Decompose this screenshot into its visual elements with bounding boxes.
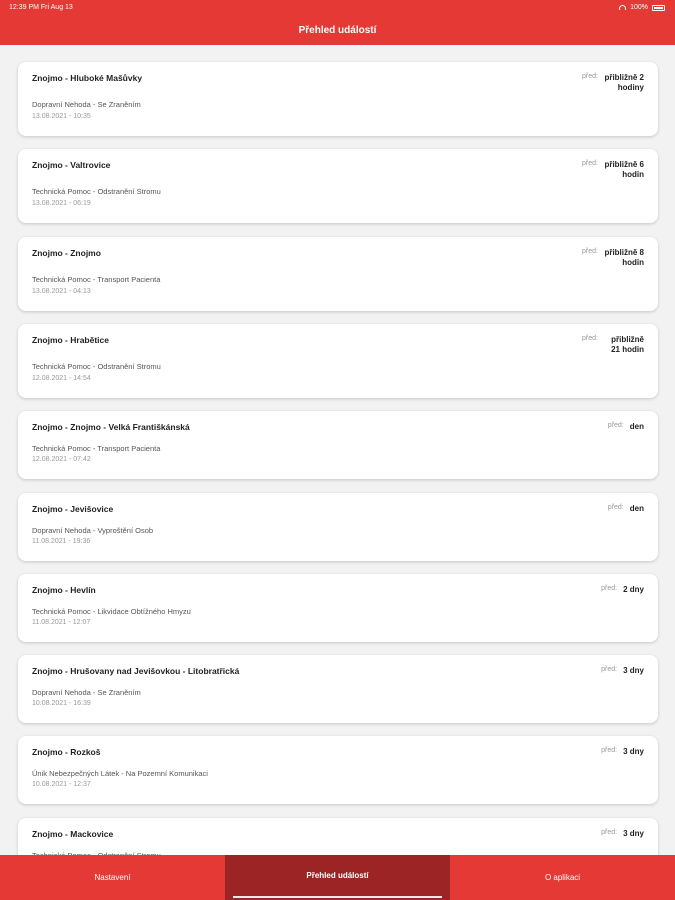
event-place: Znojmo - Rozkoš [32,747,101,757]
event-card[interactable]: Znojmo - Hevlín před: 2 dny Technická Pomoc… [18,574,658,642]
battery-percent: 100% [630,4,648,11]
event-datetime: 11.08.2021 - 12:07 [32,619,91,626]
event-type: Technická Pomoc - Transport Pacienta [32,275,161,284]
event-card[interactable]: Znojmo - Jevišovice před: den Dopravní Neho… [18,493,658,561]
status-bar: 12:39 PM Fri Aug 13 100% [0,0,675,16]
event-type: Dopravní Nehoda - Vyproštění Osob [32,526,154,535]
status-right: 100% [619,4,665,11]
time-ago-value: den [629,422,644,431]
time-ago-value: přibližně 6 hodin [604,160,644,179]
time-ago-prefix: před: [601,666,618,673]
event-type: Dopravní Nehoda - Se Zraněním [32,100,141,109]
time-ago-value: 2 dny [623,585,644,594]
event-card[interactable]: Znojmo - Hrušovany nad Jevišovkou - Lito… [18,655,658,723]
event-place: Znojmo - Znojmo - Velká Františkánská [32,422,190,432]
event-card[interactable]: Znojmo - Rozkoš před: 3 dny Únik Nebezpečný… [18,736,658,804]
tab-about[interactable]: O aplikaci [450,855,675,900]
event-time-ago: před: den [608,504,644,514]
event-datetime: 10.08.2021 - 12:37 [32,781,91,788]
event-place: Znojmo - Hevlín [32,585,96,595]
event-time-ago: před: přibližně 2 hodiny [582,73,644,93]
time-ago-prefix: před: [601,585,618,592]
time-ago-prefix: před: [607,504,624,511]
time-ago-prefix: před: [607,422,624,429]
time-ago-prefix: před: [582,160,598,167]
event-time-ago: před: 3 dny [601,747,644,757]
event-datetime: 13.08.2021 - 06:19 [32,200,91,207]
time-ago-value: den [629,504,644,513]
status-time-date: 12:39 PM Fri Aug 13 [9,4,73,11]
time-ago-value: přibližně 21 hodin [611,335,644,354]
event-datetime: 11.08.2021 - 19:36 [32,538,91,545]
event-time-ago: před: přibližně 8 hodin [582,248,644,268]
time-ago-prefix: před: [601,829,618,836]
event-time-ago: před: přibližně 21 hodin [582,335,644,355]
tab-bar: Nastavení Přehled událostí O aplikaci [0,855,675,900]
time-ago-value: 3 dny [623,666,644,675]
event-type: Technická Pomoc - Transport Pacienta [32,444,161,453]
event-type: Technická Pomoc - Odstranění Stromu [32,362,161,371]
event-datetime: 12.08.2021 - 14:54 [32,375,91,382]
event-place: Znojmo - Hrušovany nad Jevišovkou - Lito… [32,666,240,676]
event-card[interactable]: Znojmo - Mackovicepřed:3 dnyTechnická Po… [18,818,658,855]
event-place: Znojmo - Mackovice [32,829,114,839]
wifi-icon [619,5,627,10]
time-ago-prefix: před: [582,73,598,80]
event-datetime: 13.08.2021 - 10:35 [32,113,91,120]
event-card[interactable]: Znojmo - Hrabětice před: přibližně 21 hodi… [18,324,658,398]
event-place: Znojmo - Valtrovice [32,160,111,170]
event-card[interactable]: Znojmo - Hluboké Mašůvky před: přibližně 2… [18,62,658,136]
event-type: Technická Pomoc - Likvidace Obtížného Hm… [32,607,191,616]
time-ago-prefix: před: [601,747,618,754]
tab-settings[interactable]: Nastavení [0,855,225,900]
event-place: Znojmo - Hluboké Mašůvky [32,73,143,83]
time-ago-value: 3 dny [623,829,644,838]
event-time-ago: před: 3 dny [601,829,644,839]
event-card[interactable]: Znojmo - Valtrovice před: přibližně 6 hodi… [18,149,658,223]
event-place: Znojmo - Znojmo [32,248,101,258]
time-ago-value: přibližně 8 hodin [604,248,644,267]
event-place: Znojmo - Jevišovice [32,504,114,514]
event-type: Technická Pomoc - Odstranění Stromu [32,187,161,196]
page-title: Přehled událostí [0,16,675,45]
time-ago-prefix: před: [582,248,598,255]
event-datetime: 13.08.2021 - 04:13 [32,288,91,295]
event-place: Znojmo - Hrabětice [32,335,109,345]
time-ago-prefix: před: [582,335,598,342]
battery-icon [652,4,665,11]
time-ago-value: přibližně 2 hodiny [604,73,644,92]
event-card[interactable]: Znojmo - Znojmo před: přibližně 8 hodin Tec… [18,237,658,311]
time-ago-value: 3 dny [623,747,644,756]
event-time-ago: před: den [608,422,644,432]
event-time-ago: před: 3 dny [601,666,644,676]
event-time-ago: před: přibližně 6 hodin [582,160,644,180]
event-time-ago: před: 2 dny [601,585,644,595]
event-card[interactable]: Znojmo - Znojmo - Velká Františkánská pře… [18,411,658,479]
event-list[interactable]: Znojmo - Hluboké Mašůvky před: přibližně 2… [0,45,675,855]
tab-events-overview[interactable]: Přehled událostí [225,855,450,900]
event-datetime: 12.08.2021 - 07:42 [32,456,91,463]
event-type: Dopravní Nehoda - Se Zraněním [32,688,141,697]
event-datetime: 10.08.2021 - 16:39 [32,700,91,707]
event-type: Únik Nebezpečných Látek - Na Pozemní Kom… [32,769,208,778]
